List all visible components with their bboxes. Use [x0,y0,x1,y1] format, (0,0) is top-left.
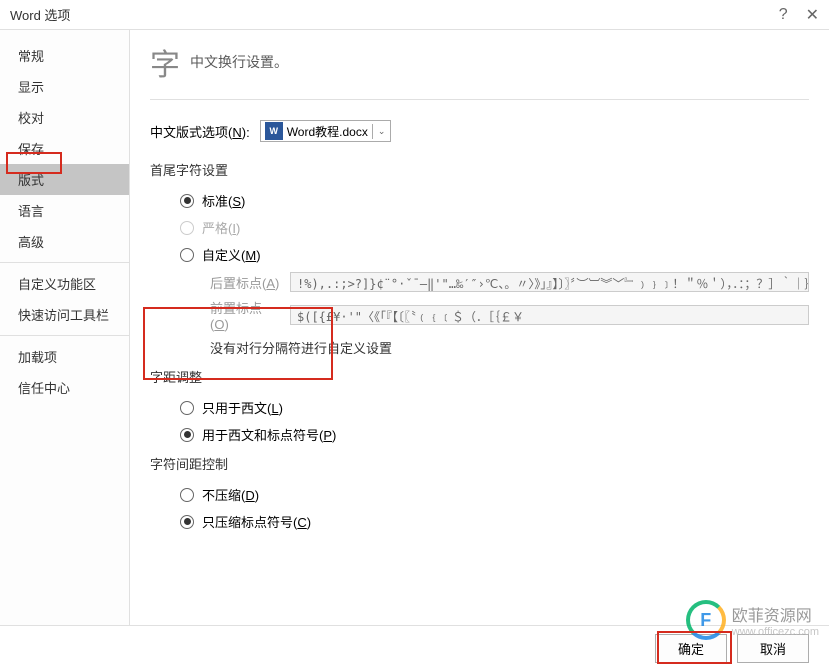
file-dropdown-value: Word教程.docx [287,123,372,140]
sidebar-divider [0,262,129,263]
sidebar-item[interactable]: 语言 [0,195,129,226]
sidebar-item[interactable]: 加载项 [0,341,129,372]
dialog-title: Word 选项 [10,5,779,24]
before-punct-label: 前置标点(O) [210,298,280,332]
sidebar-item[interactable]: 常规 [0,40,129,71]
radio-icon [180,515,194,529]
sidebar-item[interactable]: 高级 [0,226,129,257]
window-controls: ? ✕ [779,5,819,25]
close-icon[interactable]: ✕ [806,5,819,25]
sidebar-item[interactable]: 显示 [0,71,129,102]
word-doc-icon: W [265,122,283,140]
file-selector-label: 中文版式选项(N): [150,122,250,141]
section-first-last-title: 首尾字符设置 [150,160,809,179]
sidebar-item[interactable]: 保存 [0,133,129,164]
radio-option[interactable]: 自定义(M) [180,245,809,264]
sidebar-divider [0,335,129,336]
sidebar-item[interactable]: 自定义功能区 [0,268,129,299]
sidebar-item[interactable]: 版式 [0,164,129,195]
radio-label: 只用于西文(L) [202,398,283,417]
file-selector-row: 中文版式选项(N): W Word教程.docx ⌄ [150,120,809,142]
radio-label: 用于西文和标点符号(P) [202,425,336,444]
radio-option[interactable]: 标准(S) [180,191,809,210]
dialog-footer: 确定 取消 [0,625,829,670]
radio-label: 自定义(M) [202,245,261,264]
before-punct-row: 前置标点(O) $([{£¥·'"〈《「『【〔〖〝﹙﹛﹝＄（．［｛￡￥ [210,298,809,332]
section-kerning-title: 字距调整 [150,367,809,386]
file-dropdown[interactable]: W Word教程.docx ⌄ [260,120,392,142]
sidebar-item[interactable]: 校对 [0,102,129,133]
after-punct-label: 后置标点(A) [210,273,280,292]
header-text: 中文换行设置。 [190,52,288,72]
radio-icon [180,488,194,502]
radio-icon [180,401,194,415]
sidebar-item[interactable]: 快速访问工具栏 [0,299,129,330]
custom-note: 没有对行分隔符进行自定义设置 [210,338,809,357]
before-punct-input: $([{£¥·'"〈《「『【〔〖〝﹙﹛﹝＄（．［｛￡￥ [290,305,809,325]
radio-option[interactable]: 只用于西文(L) [180,398,809,417]
radio-label: 只压缩标点符号(C) [202,512,311,531]
sidebar-item[interactable]: 信任中心 [0,372,129,403]
panel-header: 字 中文换行设置。 [150,40,809,100]
sidebar: 常规显示校对保存版式语言高级自定义功能区快速访问工具栏加载项信任中心 [0,30,130,625]
radio-label: 标准(S) [202,191,245,210]
title-bar: Word 选项 ? ✕ [0,0,829,30]
section-spacing-title: 字符间距控制 [150,454,809,473]
radio-label: 严格(I) [202,218,240,237]
radio-icon [180,221,194,235]
radio-option: 严格(I) [180,218,809,237]
radio-option[interactable]: 只压缩标点符号(C) [180,512,809,531]
radio-option[interactable]: 用于西文和标点符号(P) [180,425,809,444]
radio-icon [180,248,194,262]
header-glyph-icon: 字 [150,40,180,84]
after-punct-input: !%),.:;>?]}¢¨°·ˇˉ―‖'"…‰′″›℃、。〃〉》」』】〕〗〞︶︺… [290,272,809,292]
after-punct-row: 后置标点(A) !%),.:;>?]}¢¨°·ˇˉ―‖'"…‰′″›℃、。〃〉》… [210,272,809,292]
radio-option[interactable]: 不压缩(D) [180,485,809,504]
ok-button[interactable]: 确定 [655,634,727,663]
radio-icon [180,194,194,208]
help-icon[interactable]: ? [779,6,788,24]
radio-label: 不压缩(D) [202,485,259,504]
chevron-down-icon: ⌄ [372,124,391,139]
main-panel: 字 中文换行设置。 中文版式选项(N): W Word教程.docx ⌄ 首尾字… [130,30,829,625]
cancel-button[interactable]: 取消 [737,634,809,663]
radio-icon [180,428,194,442]
